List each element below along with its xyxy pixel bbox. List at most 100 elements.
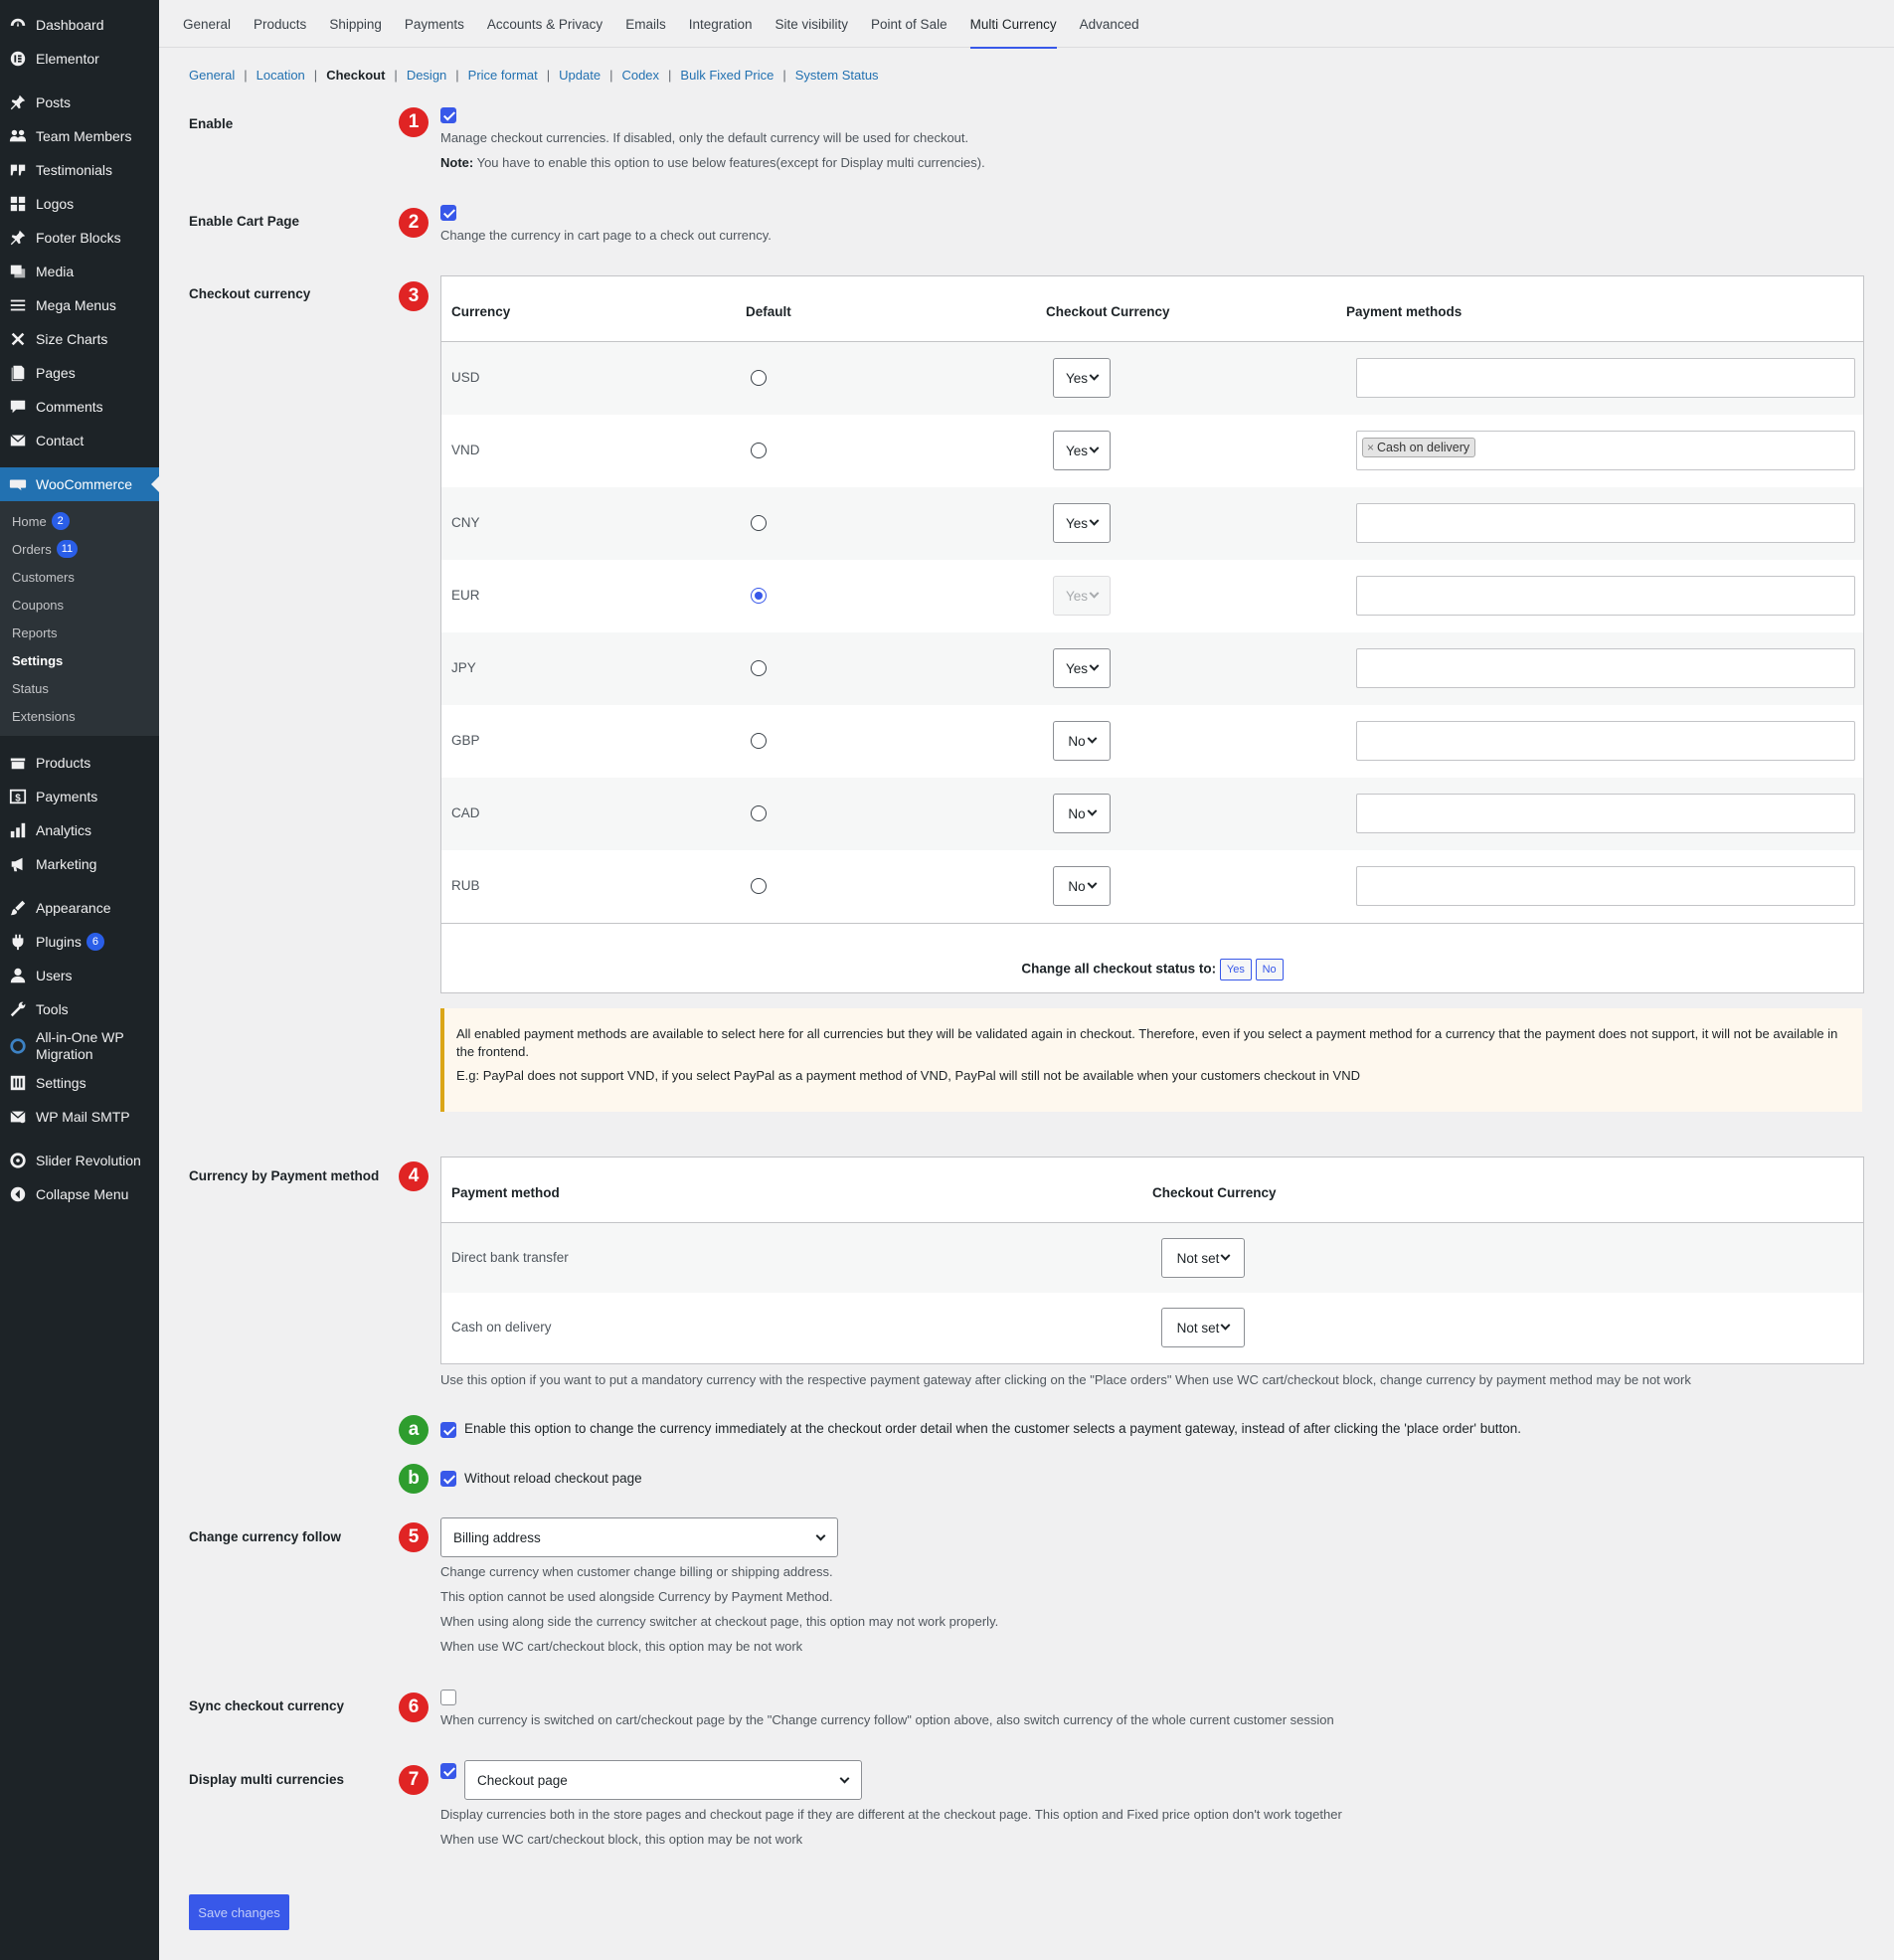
sidebar-item-testimonials[interactable]: Testimonials: [0, 153, 159, 187]
sidebar-item-mega-menus[interactable]: Mega Menus: [0, 288, 159, 322]
default-currency-radio[interactable]: [751, 370, 767, 386]
sidebar-item-collapse-menu[interactable]: Collapse Menu: [0, 1177, 159, 1211]
subtab-bulk-fixed-price[interactable]: Bulk Fixed Price: [680, 68, 774, 83]
sidebar-item-team-members[interactable]: Team Members: [0, 119, 159, 153]
payment-methods-field[interactable]: [1356, 866, 1855, 906]
sidebar-item-contact[interactable]: Contact: [0, 424, 159, 457]
sidebar-item-users[interactable]: Users: [0, 959, 159, 992]
tab-emails[interactable]: Emails: [625, 0, 666, 48]
payment-methods-field[interactable]: [1356, 794, 1855, 833]
woocommerce-subitem-reports[interactable]: Reports: [0, 619, 159, 646]
sidebar-item-slider-revolution[interactable]: Slider Revolution: [0, 1144, 159, 1177]
subtab-checkout[interactable]: Checkout: [326, 68, 385, 83]
tab-integration[interactable]: Integration: [689, 0, 753, 48]
sidebar-item-posts[interactable]: Posts: [0, 86, 159, 119]
update-count-badge: 6: [86, 933, 104, 951]
checkout-currency-select[interactable]: Yes: [1053, 648, 1111, 688]
currency-code: VND: [451, 443, 480, 457]
sidebar-item-media[interactable]: Media: [0, 255, 159, 288]
payment-methods-field[interactable]: [1356, 503, 1855, 543]
payment-methods-field[interactable]: [1356, 576, 1855, 616]
subtab-codex[interactable]: Codex: [621, 68, 659, 83]
checkout-currency-select[interactable]: Yes: [1053, 431, 1111, 470]
remove-tag-icon[interactable]: ×: [1367, 441, 1374, 454]
woocommerce-subitem-customers[interactable]: Customers: [0, 563, 159, 591]
default-currency-radio[interactable]: [751, 805, 767, 821]
woocommerce-subitem-settings[interactable]: Settings: [0, 646, 159, 674]
woocommerce-subitem-status[interactable]: Status: [0, 674, 159, 702]
default-currency-radio[interactable]: [751, 878, 767, 894]
sidebar-item-plugins[interactable]: Plugins 6: [0, 925, 159, 959]
checkout-currency-select[interactable]: Yes: [1053, 503, 1111, 543]
cart-page-checkbox[interactable]: [440, 205, 456, 221]
tab-multi-currency[interactable]: Multi Currency: [969, 0, 1057, 49]
woocommerce-subitem-coupons[interactable]: Coupons: [0, 591, 159, 619]
sidebar-item-dashboard[interactable]: Dashboard: [0, 8, 159, 42]
checkout-currency-select[interactable]: Yes: [1053, 358, 1111, 398]
tab-shipping[interactable]: Shipping: [329, 0, 382, 48]
subtab-separator: |: [394, 68, 398, 83]
checkout-currency-select[interactable]: No: [1053, 721, 1111, 761]
payments-icon: $: [8, 787, 28, 806]
sidebar-item-wp-mail-smtp[interactable]: WP Mail SMTP: [0, 1100, 159, 1134]
instant-currency-change-checkbox[interactable]: [440, 1422, 456, 1438]
subtab-general[interactable]: General: [189, 68, 235, 83]
tab-payments[interactable]: Payments: [405, 0, 464, 48]
subtab-location[interactable]: Location: [257, 68, 305, 83]
subtab-price-format[interactable]: Price format: [468, 68, 538, 83]
subtab-update[interactable]: Update: [559, 68, 601, 83]
subtab-system-status[interactable]: System Status: [795, 68, 879, 83]
default-currency-radio[interactable]: [751, 588, 767, 604]
payment-methods-field[interactable]: × Cash on delivery: [1356, 431, 1855, 470]
sidebar-item-elementor[interactable]: Elementor: [0, 42, 159, 76]
sidebar-item-woocommerce[interactable]: WooCommerce: [0, 467, 159, 501]
tab-site-visibility[interactable]: Site visibility: [775, 0, 849, 48]
sync-checkbox[interactable]: [440, 1690, 456, 1705]
payment-methods-field[interactable]: [1356, 358, 1855, 398]
enable-checkbox[interactable]: [440, 107, 456, 123]
payment-currency-select[interactable]: Not set: [1161, 1308, 1245, 1347]
tab-accounts-and-privacy[interactable]: Accounts & Privacy: [487, 0, 603, 48]
display-multi-checkbox[interactable]: [440, 1763, 456, 1779]
checkout-currency-select[interactable]: No: [1053, 866, 1111, 906]
woocommerce-subitem-extensions[interactable]: Extensions: [0, 702, 159, 730]
sidebar-item-pages[interactable]: Pages: [0, 356, 159, 390]
sidebar-item-comments[interactable]: Comments: [0, 390, 159, 424]
sidebar-item-all-in-one-wp-migration[interactable]: All-in-One WP Migration: [0, 1026, 159, 1066]
all-no-button[interactable]: No: [1255, 959, 1284, 980]
sidebar-item-analytics[interactable]: Analytics: [0, 813, 159, 847]
tab-advanced[interactable]: Advanced: [1080, 0, 1139, 48]
plugin-icon: [8, 932, 28, 952]
sidebar-item-appearance[interactable]: Appearance: [0, 891, 159, 925]
without-reload-checkbox[interactable]: [440, 1471, 456, 1487]
payment-currency-select[interactable]: Not set: [1161, 1238, 1245, 1278]
default-currency-radio[interactable]: [751, 443, 767, 458]
sidebar-item-marketing[interactable]: Marketing: [0, 847, 159, 881]
sidebar-item-payments[interactable]: $ Payments: [0, 780, 159, 813]
sidebar-item-tools[interactable]: Tools: [0, 992, 159, 1026]
sidebar-item-label: Dashboard: [36, 17, 104, 33]
currency-row-vnd: VND Yes × Cash on delivery: [441, 415, 1863, 487]
woocommerce-subitem-home[interactable]: Home 2: [0, 507, 159, 535]
sidebar-item-size-charts[interactable]: Size Charts: [0, 322, 159, 356]
tab-general[interactable]: General: [183, 0, 231, 48]
payment-methods-field[interactable]: [1356, 648, 1855, 688]
sidebar-item-settings[interactable]: Settings: [0, 1066, 159, 1100]
currency-follow-select[interactable]: Billing address: [440, 1517, 838, 1557]
checkout-currency-select[interactable]: No: [1053, 794, 1111, 833]
all-yes-button[interactable]: Yes: [1219, 959, 1252, 980]
payment-methods-field[interactable]: [1356, 721, 1855, 761]
default-currency-radio[interactable]: [751, 515, 767, 531]
tab-products[interactable]: Products: [254, 0, 306, 48]
sidebar-item-logos[interactable]: Logos: [0, 187, 159, 221]
save-changes-button[interactable]: Save changes: [189, 1894, 289, 1930]
default-currency-radio[interactable]: [751, 660, 767, 676]
sidebar-item-products[interactable]: Products: [0, 746, 159, 780]
subtab-design[interactable]: Design: [407, 68, 446, 83]
chevron-down-icon: [1089, 588, 1100, 599]
default-currency-radio[interactable]: [751, 733, 767, 749]
display-multi-select[interactable]: Checkout page: [464, 1760, 862, 1800]
woocommerce-subitem-orders[interactable]: Orders 11: [0, 535, 159, 563]
tab-point-of-sale[interactable]: Point of Sale: [871, 0, 947, 48]
sidebar-item-footer-blocks[interactable]: Footer Blocks: [0, 221, 159, 255]
